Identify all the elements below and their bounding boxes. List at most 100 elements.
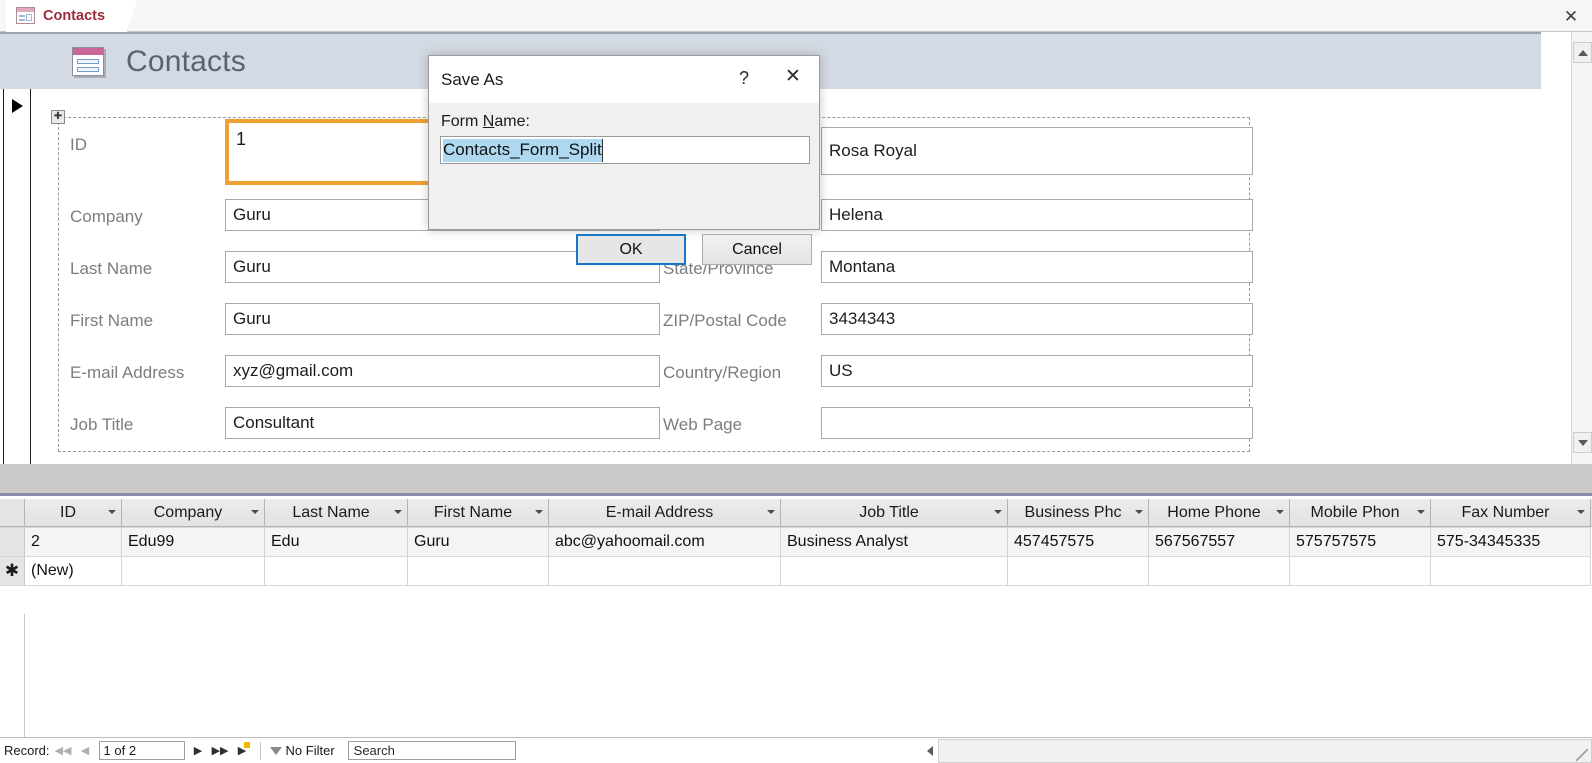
address-field[interactable]: Rosa Royal — [821, 127, 1253, 175]
email-field[interactable]: xyz@gmail.com — [225, 355, 660, 387]
row-selector[interactable] — [0, 528, 25, 557]
resize-grip-icon[interactable] — [1576, 749, 1588, 761]
column-header[interactable]: Business Phc — [1008, 499, 1149, 526]
table-cell[interactable]: (New) — [25, 557, 122, 586]
column-header-label: Company — [153, 503, 223, 521]
table-cell[interactable] — [408, 557, 549, 586]
record-nav-label: Record: — [4, 743, 50, 758]
chevron-down-icon[interactable] — [251, 510, 259, 514]
table-cell[interactable] — [1431, 557, 1591, 586]
table-row[interactable]: ✱ (New) — [0, 557, 1592, 586]
zip-field[interactable]: 3434343 — [821, 303, 1253, 335]
filter-toggle[interactable]: No Filter — [269, 743, 335, 758]
form-name-value: Contacts_Form_Split — [443, 138, 603, 162]
chevron-down-icon[interactable] — [535, 510, 543, 514]
chevron-down-icon[interactable] — [1577, 510, 1585, 514]
chevron-down-icon[interactable] — [1135, 510, 1143, 514]
form-vertical-scrollbar[interactable] — [1571, 32, 1592, 464]
record-position-input[interactable]: 1 of 2 — [98, 741, 185, 760]
scroll-up-icon[interactable] — [1573, 42, 1592, 63]
dialog-title-bar: Save As ? ✕ — [429, 56, 819, 103]
column-header-label: ID — [60, 503, 76, 521]
table-cell[interactable]: Business Analyst — [781, 528, 1008, 557]
form-row-country: Country/Region US — [663, 351, 1253, 403]
column-header-label: Business Phc — [1024, 503, 1122, 521]
table-cell[interactable] — [265, 557, 408, 586]
table-cell[interactable] — [1008, 557, 1149, 586]
first-record-icon[interactable]: ◀◀ — [55, 741, 72, 760]
filter-funnel-icon — [269, 746, 282, 755]
datasheet-empty-area — [0, 614, 1592, 737]
table-cell[interactable] — [549, 557, 781, 586]
form-row-job-title: Job Title Consultant — [70, 403, 660, 455]
chevron-down-icon[interactable] — [394, 510, 402, 514]
datasheet-horizontal-scrollbar[interactable] — [927, 739, 1592, 763]
search-input[interactable]: Search — [347, 741, 516, 760]
form-icon — [72, 47, 104, 76]
column-header[interactable]: Job Title — [781, 499, 1008, 526]
chevron-down-icon[interactable] — [1417, 510, 1425, 514]
datasheet-header-row: ID Company Last Name First Name E-mail Addre… — [0, 499, 1592, 527]
table-cell[interactable]: 575-34345335 — [1431, 528, 1591, 557]
horizontal-scroll-thumb[interactable] — [940, 741, 1550, 761]
datasheet-header-gutter — [0, 499, 25, 526]
column-header[interactable]: E-mail Address — [549, 499, 781, 526]
close-icon[interactable]: ✕ — [1560, 6, 1582, 26]
previous-record-icon[interactable]: ◀ — [77, 741, 94, 760]
city-field[interactable]: Helena — [821, 199, 1253, 231]
field-label-zip: ZIP/Postal Code — [663, 311, 787, 330]
country-field[interactable]: US — [821, 355, 1253, 387]
move-handle-icon[interactable]: ✚ — [51, 110, 65, 124]
column-header-label: First Name — [433, 503, 513, 521]
cancel-button[interactable]: Cancel — [702, 234, 812, 265]
table-cell[interactable] — [1290, 557, 1431, 586]
column-header[interactable]: Last Name — [265, 499, 408, 526]
table-cell[interactable]: Edu — [265, 528, 408, 557]
column-header[interactable]: Fax Number — [1431, 499, 1591, 526]
new-record-icon[interactable]: ▶ — [234, 741, 251, 760]
column-header[interactable]: First Name — [408, 499, 549, 526]
column-header[interactable]: Home Phone — [1149, 499, 1290, 526]
table-cell[interactable]: Edu99 — [122, 528, 265, 557]
table-cell[interactable]: 2 — [25, 528, 122, 557]
first-name-field[interactable]: Guru — [225, 303, 660, 335]
table-cell[interactable] — [781, 557, 1008, 586]
last-record-icon[interactable]: ▶▶ — [212, 741, 229, 760]
chevron-down-icon[interactable] — [994, 510, 1002, 514]
help-icon[interactable]: ? — [733, 68, 755, 89]
datasheet-pane: ID Company Last Name First Name E-mail Addre… — [0, 499, 1592, 737]
datasheet-empty-gutter — [0, 614, 25, 737]
column-header[interactable]: ID — [25, 499, 122, 526]
column-header[interactable]: Company — [122, 499, 265, 526]
table-cell[interactable]: 575757575 — [1290, 528, 1431, 557]
table-cell[interactable] — [122, 557, 265, 586]
split-form-divider[interactable] — [0, 464, 1592, 496]
table-cell[interactable]: 567567557 — [1149, 528, 1290, 557]
form-row-first-name: First Name Guru — [70, 299, 660, 351]
field-label-last-name: Last Name — [70, 259, 153, 278]
web-page-field[interactable] — [821, 407, 1253, 439]
column-header-label: Mobile Phon — [1310, 503, 1400, 521]
scroll-down-icon[interactable] — [1573, 432, 1592, 453]
scroll-left-icon[interactable] — [923, 740, 937, 762]
chevron-down-icon[interactable] — [767, 510, 775, 514]
table-cell[interactable]: 457457575 — [1008, 528, 1149, 557]
tab-label: Contacts — [43, 7, 106, 24]
new-record-marker-icon[interactable]: ✱ — [0, 557, 25, 586]
table-row[interactable]: 2 Edu99 Edu Guru abc@yahoomail.com Business A… — [0, 528, 1592, 557]
job-title-field[interactable]: Consultant — [225, 407, 660, 439]
tab-contacts[interactable]: Contacts — [6, 0, 138, 32]
ok-button[interactable]: OK — [576, 234, 686, 265]
chevron-down-icon[interactable] — [1276, 510, 1284, 514]
dialog-close-icon[interactable]: ✕ — [781, 66, 805, 88]
table-cell[interactable]: abc@yahoomail.com — [549, 528, 781, 557]
table-cell[interactable]: Guru — [408, 528, 549, 557]
table-cell[interactable] — [1149, 557, 1290, 586]
column-header[interactable]: Mobile Phon — [1290, 499, 1431, 526]
chevron-down-icon[interactable] — [108, 510, 116, 514]
record-selector-bar[interactable] — [3, 89, 31, 464]
next-record-icon[interactable]: ▶ — [190, 741, 207, 760]
form-name-input[interactable]: Contacts_Form_Split — [440, 136, 810, 164]
column-header-label: Last Name — [292, 503, 370, 521]
state-field[interactable]: Montana — [821, 251, 1253, 283]
